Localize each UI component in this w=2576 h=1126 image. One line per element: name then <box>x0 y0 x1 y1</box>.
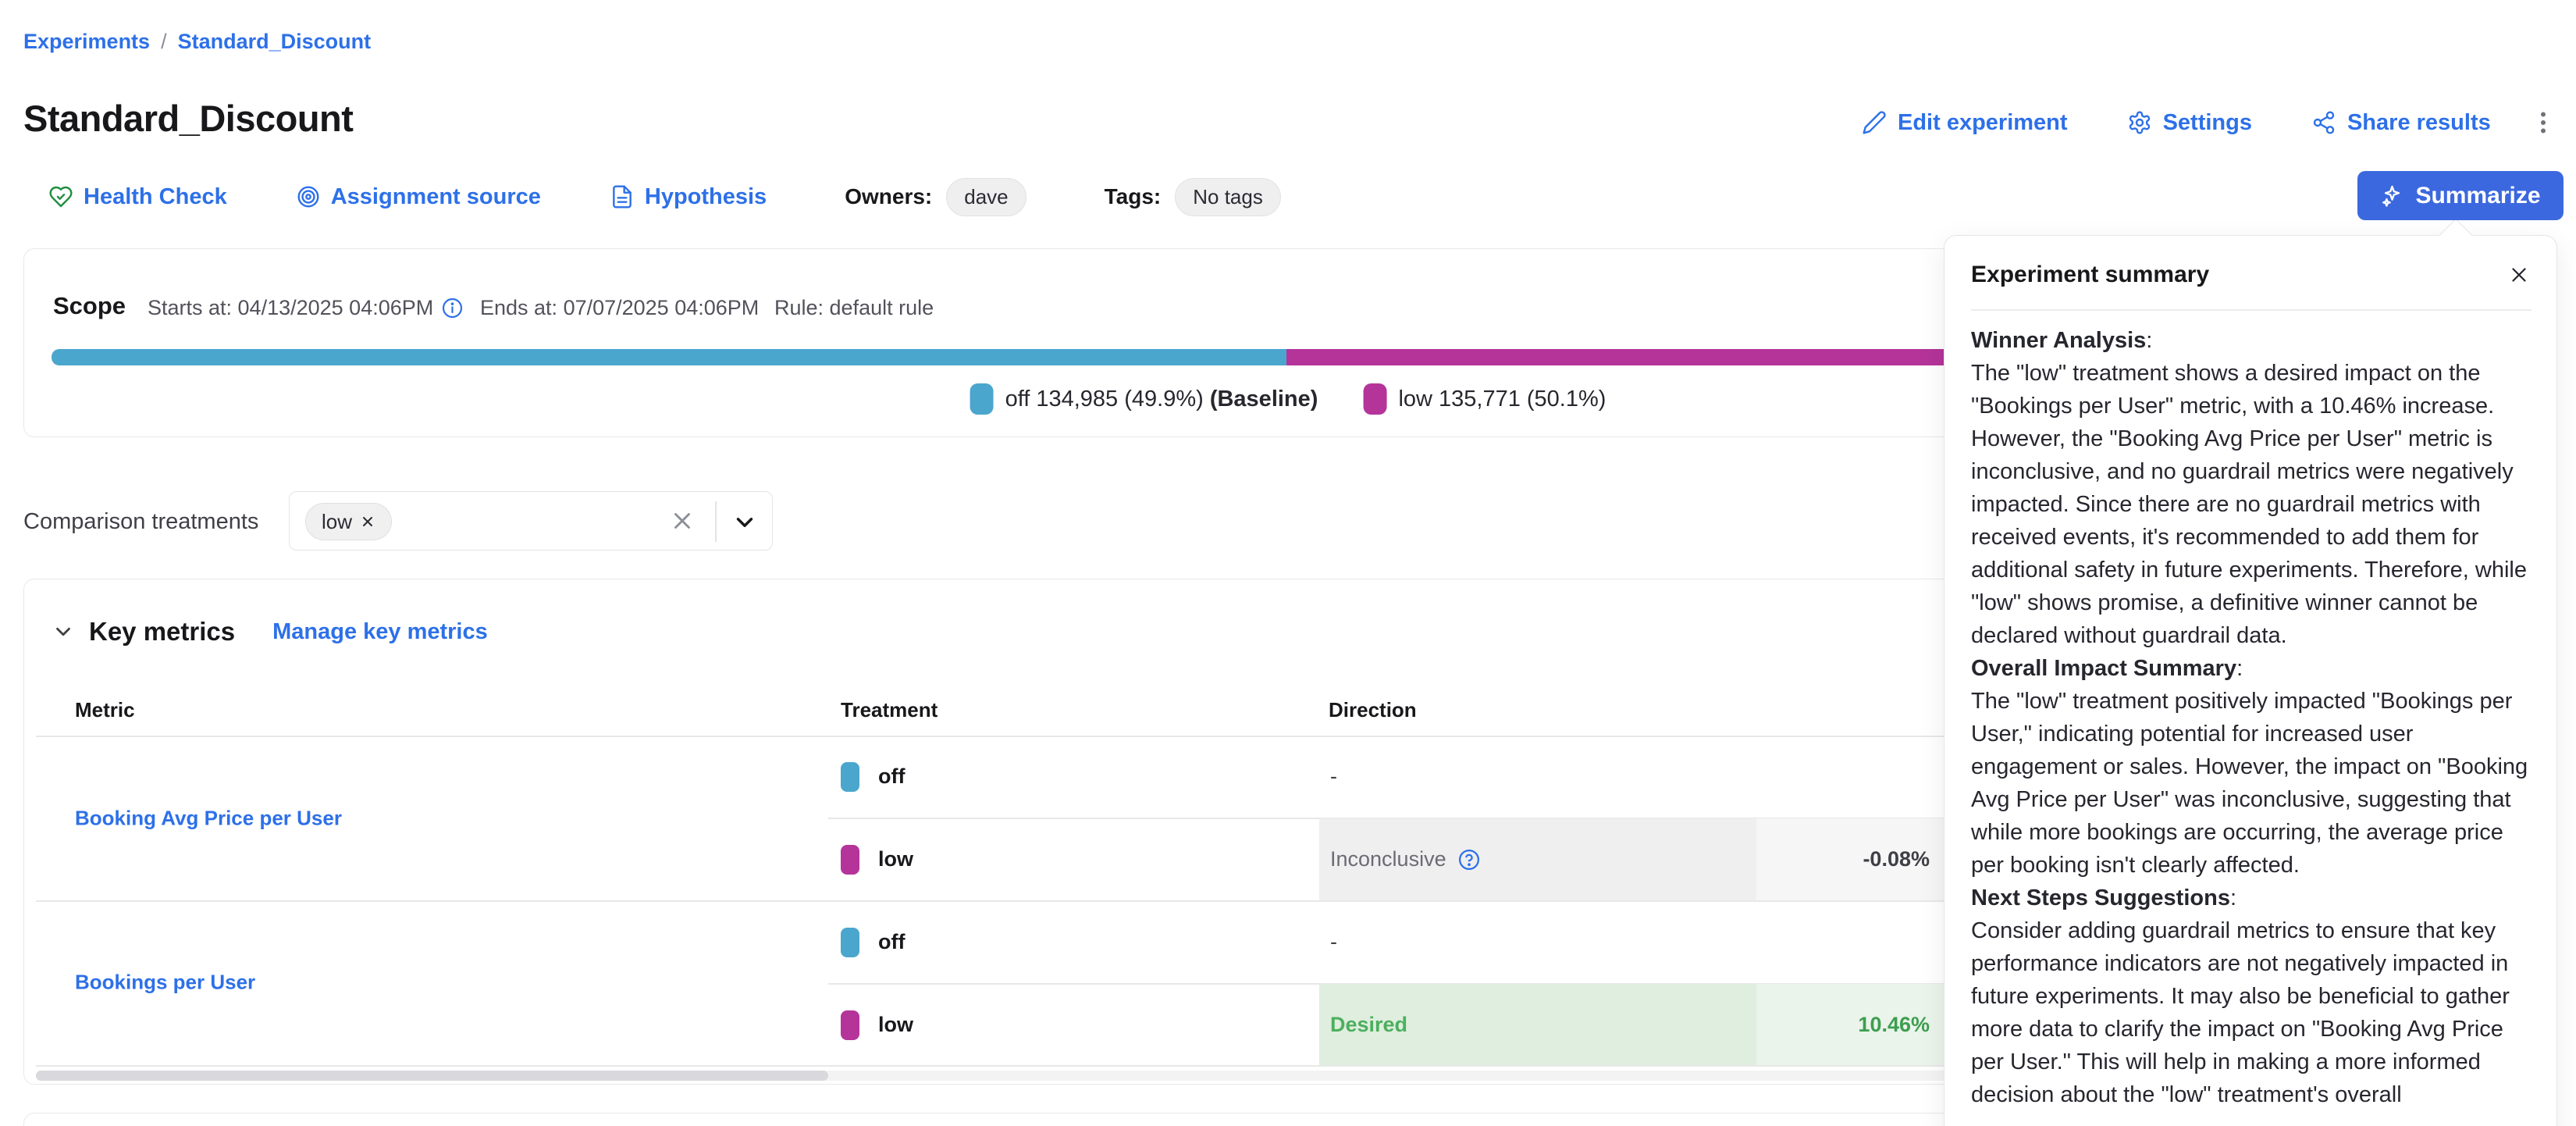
summary-section-impact: Overall Impact Summary:The "low" treatme… <box>1971 652 2533 882</box>
page-title: Standard_Discount <box>23 97 353 140</box>
overflow-menu-button[interactable] <box>2528 105 2559 141</box>
header-actions: Edit experiment Settings Share results <box>1862 103 2491 142</box>
treatment-cell-low: low <box>841 818 913 900</box>
direction-cell: - <box>1319 736 1756 818</box>
summary-section-next-steps: Next Steps Suggestions:Consider adding g… <box>1971 882 2533 1111</box>
hypothesis-link[interactable]: Hypothesis <box>610 184 767 210</box>
off-swatch <box>841 762 859 792</box>
scope-ends-at: Ends at: 07/07/2025 04:06PM <box>480 296 759 320</box>
breadcrumb-experiments[interactable]: Experiments <box>23 30 150 54</box>
column-header-direction: Direction <box>1329 698 1417 722</box>
metric-link-bookings-per-user[interactable]: Bookings per User <box>75 971 255 995</box>
treatment-cell-off: off <box>841 901 905 983</box>
share-icon <box>2311 110 2336 135</box>
owner-pill[interactable]: dave <box>946 178 1026 216</box>
comparison-treatments-select[interactable]: low <box>289 491 773 551</box>
meta-bar: Health Check Assignment source Hypothesi… <box>48 176 1281 217</box>
tags-pill[interactable]: No tags <box>1175 178 1281 216</box>
owners-label: Owners: <box>845 184 932 209</box>
low-swatch <box>841 845 859 875</box>
direction-cell-inconclusive: Inconclusive <box>1319 818 1756 900</box>
clear-selection-icon[interactable] <box>669 508 696 534</box>
column-header-metric: Metric <box>75 698 135 722</box>
key-metrics-title: Key metrics <box>89 617 235 647</box>
legend-item-off: off 134,985 (49.9%) (Baseline) <box>970 383 1318 415</box>
breadcrumb: Experiments / Standard_Discount <box>23 30 371 54</box>
target-icon <box>296 184 321 209</box>
help-icon[interactable] <box>1457 848 1481 871</box>
chevron-down-icon[interactable] <box>731 509 758 536</box>
delta-value-cell: 10.46% <box>1756 984 1949 1066</box>
off-swatch <box>841 928 859 957</box>
direction-cell: - <box>1319 901 1756 983</box>
summary-panel-title: Experiment summary <box>1971 262 2209 288</box>
assignment-source-link[interactable]: Assignment source <box>296 184 541 210</box>
column-header-treatment: Treatment <box>841 698 938 722</box>
low-swatch <box>841 1010 859 1040</box>
health-check-link[interactable]: Health Check <box>48 184 227 210</box>
low-swatch <box>1363 383 1386 415</box>
experiment-detail-page: Experiments / Standard_Discount Standard… <box>0 0 2576 1126</box>
treatment-cell-low: low <box>841 984 913 1066</box>
heart-check-icon <box>48 184 73 209</box>
info-icon[interactable] <box>441 297 464 319</box>
comparison-treatments-label: Comparison treatments <box>23 509 258 535</box>
panel-caret <box>2439 219 2472 251</box>
collapse-chevron-icon[interactable] <box>52 620 75 643</box>
direction-cell-desired: Desired <box>1319 984 1756 1066</box>
share-results-button[interactable]: Share results <box>2311 110 2491 136</box>
gear-icon <box>2127 110 2152 135</box>
delta-value-cell: -0.08% <box>1756 818 1949 900</box>
select-divider <box>715 501 717 542</box>
scope-title: Scope <box>53 292 126 320</box>
breadcrumb-current[interactable]: Standard_Discount <box>178 30 372 54</box>
experiment-summary-panel: Experiment summary Winner Analysis:The "… <box>1944 235 2557 1126</box>
settings-button[interactable]: Settings <box>2127 110 2252 136</box>
metric-link-booking-avg-price[interactable]: Booking Avg Price per User <box>75 807 342 831</box>
chip-remove-icon[interactable] <box>360 514 375 529</box>
sparkles-icon <box>2380 184 2404 208</box>
summary-text: Winner Analysis:The "low" treatment show… <box>1971 324 2533 1111</box>
breadcrumb-separator: / <box>161 30 167 54</box>
treatment-cell-off: off <box>841 736 905 818</box>
document-icon <box>610 184 635 209</box>
manage-key-metrics-link[interactable]: Manage key metrics <box>272 619 488 645</box>
allocation-segment-off <box>52 349 1286 365</box>
panel-divider <box>1971 309 2532 311</box>
off-swatch <box>970 383 994 415</box>
tags-label: Tags: <box>1105 184 1162 209</box>
allocation-legend: off 134,985 (49.9%) (Baseline) low 135,7… <box>970 383 1606 415</box>
summary-section-winner: Winner Analysis:The "low" treatment show… <box>1971 324 2533 652</box>
scope-starts-at: Starts at: 04/13/2025 04:06PM <box>148 296 464 320</box>
pencil-icon <box>1862 110 1887 135</box>
edit-experiment-button[interactable]: Edit experiment <box>1862 110 2068 136</box>
summarize-button[interactable]: Summarize <box>2357 171 2564 220</box>
legend-item-low: low 135,771 (50.1%) <box>1363 383 1606 415</box>
treatment-chip-low[interactable]: low <box>305 503 392 540</box>
scrollbar-thumb[interactable] <box>36 1071 828 1081</box>
scope-rule: Rule: default rule <box>774 296 934 320</box>
close-icon[interactable] <box>2503 259 2535 290</box>
